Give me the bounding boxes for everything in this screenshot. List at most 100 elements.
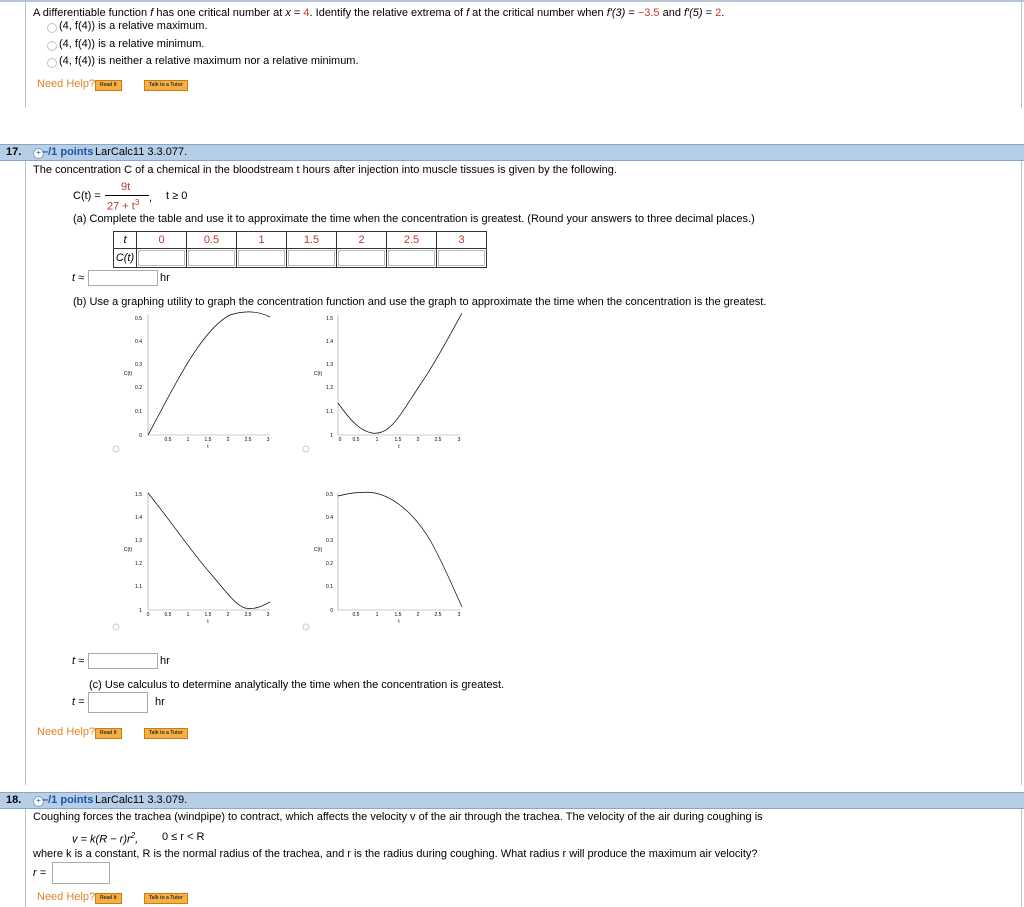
t-approx-input-2[interactable] <box>88 653 158 669</box>
answer-input[interactable] <box>138 250 185 266</box>
formula-numerator: 9t <box>121 181 131 193</box>
x-tick-label: 1 <box>187 612 190 618</box>
y-tick-label: 0.3 <box>135 362 142 368</box>
graph-d-radio[interactable] <box>302 623 310 631</box>
table-t-value: 2.5 <box>386 231 437 249</box>
t-approx-input[interactable] <box>88 270 158 286</box>
concentration-table: t 0 0.5 1 1.5 2 2.5 3 C(t) <box>113 231 487 268</box>
x-tick-label: 1 <box>187 437 190 443</box>
y-axis-label: C(t) <box>314 547 323 553</box>
fraction-bar <box>105 195 149 196</box>
table-t-value: 0.5 <box>186 231 237 249</box>
answer-input[interactable] <box>338 250 385 266</box>
table-c-cell <box>186 248 237 268</box>
table-t-value: 1 <box>236 231 287 249</box>
table-c-cell <box>286 248 337 268</box>
x-tick-label: 1.5 <box>205 612 212 618</box>
curve-b <box>337 312 463 434</box>
left-rule <box>25 2 26 108</box>
q18-prompt: Coughing forces the trachea (windpipe) t… <box>33 811 763 823</box>
table-row-t: t 0 0.5 1 1.5 2 2.5 3 <box>113 231 487 249</box>
talk-to-tutor-button[interactable]: Talk to a Tutor <box>144 80 188 91</box>
y-tick-label: 1.4 <box>135 515 142 521</box>
read-it-button[interactable]: Read It <box>95 728 122 739</box>
answer-input[interactable] <box>438 250 485 266</box>
graph-b: 1 1.1 1.2 1.3 1.4 1.5 C(t) 0 0.5 1 1.5 2… <box>314 312 463 450</box>
answer-input[interactable] <box>288 250 335 266</box>
y-tick-label: 0.1 <box>135 409 142 415</box>
option-radio-min[interactable] <box>47 41 57 51</box>
y-tick-label: 0.1 <box>326 584 333 590</box>
x-tick-label: 1.5 <box>205 437 212 443</box>
y-tick-label: 1.2 <box>326 385 333 391</box>
r-answer-input[interactable] <box>52 862 110 884</box>
question-code: LarCalc11 3.3.077. <box>95 146 188 158</box>
table-t-value: 1.5 <box>286 231 337 249</box>
x-tick-label: 3 <box>458 612 461 618</box>
right-rule <box>1021 2 1022 108</box>
x-tick-label: 2 <box>417 612 420 618</box>
y-tick-label: 1.5 <box>135 492 142 498</box>
graph-a-radio[interactable] <box>112 445 120 453</box>
left-rule <box>25 808 26 907</box>
y-tick-label: 1 <box>139 608 142 614</box>
points-label[interactable]: –/1 points <box>42 146 93 158</box>
read-it-button[interactable]: Read It <box>95 893 122 904</box>
graph-a: 0 0.1 0.2 0.3 0.4 0.5 C(t) 0.5 1 1.5 2 2… <box>124 311 271 450</box>
x-tick-label: 0 <box>147 612 150 618</box>
y-tick-label: 1.2 <box>135 561 142 567</box>
option-radio-neither[interactable] <box>47 58 57 68</box>
x-tick-label: 2 <box>227 612 230 618</box>
x-tick-label: 1.5 <box>395 612 402 618</box>
q17-prompt: The concentration C of a chemical in the… <box>33 164 617 176</box>
option-label-min: (4, f(4)) is a relative minimum. <box>59 38 205 50</box>
x-tick-label: 0 <box>339 437 342 443</box>
part-c-text: (c) Use calculus to determine analytical… <box>89 679 505 691</box>
points-label[interactable]: –/1 points <box>42 794 93 806</box>
left-rule <box>25 160 26 785</box>
graph-c-radio[interactable] <box>112 623 120 631</box>
y-tick-label: 1 <box>330 433 333 439</box>
y-tick-label: 0.4 <box>326 515 333 521</box>
y-axis-label: C(t) <box>124 371 133 377</box>
right-rule <box>1021 160 1022 785</box>
t-approx-label: t ≈ <box>72 272 85 284</box>
y-tick-label: 0.5 <box>135 316 142 322</box>
formula-lhs: C(t) = <box>73 190 101 202</box>
graph-options: 0 0.1 0.2 0.3 0.4 0.5 C(t) 0.5 1 1.5 2 2… <box>112 311 463 631</box>
x-tick-label: 0.5 <box>353 612 360 618</box>
r-eq-label: r = <box>33 867 47 879</box>
x-axis-label: t <box>207 444 209 450</box>
t-answer-input[interactable] <box>88 692 148 713</box>
talk-to-tutor-button[interactable]: Talk to a Tutor <box>144 893 188 904</box>
x-tick-label: 0.5 <box>353 437 360 443</box>
need-help-label: Need Help? <box>37 78 96 90</box>
read-it-button[interactable]: Read It <box>95 80 122 91</box>
option-radio-max[interactable] <box>47 23 57 33</box>
q18-where-text: where k is a constant, R is the normal r… <box>33 848 758 860</box>
curve-c <box>147 492 271 609</box>
answer-input[interactable] <box>238 250 285 266</box>
x-tick-label: 2.5 <box>435 437 442 443</box>
need-help-label: Need Help? <box>37 891 96 903</box>
x-axis-label: t <box>398 444 400 450</box>
x-tick-label: 1 <box>376 612 379 618</box>
answer-input[interactable] <box>388 250 435 266</box>
formula-domain: t ≥ 0 <box>166 190 188 202</box>
graph-b-radio[interactable] <box>302 445 310 453</box>
x-tick-label: 0.5 <box>165 612 172 618</box>
question-number: 18. <box>6 794 22 806</box>
y-tick-label: 0.5 <box>326 492 333 498</box>
x-tick-label: 2.5 <box>245 437 252 443</box>
right-rule <box>1021 808 1022 907</box>
question-number: 17. <box>6 146 22 158</box>
curve-d <box>337 491 463 608</box>
x-tick-label: 2.5 <box>245 612 252 618</box>
answer-input[interactable] <box>188 250 235 266</box>
table-t-value: 3 <box>436 231 487 249</box>
graph-c: 1 1.1 1.2 1.3 1.4 1.5 C(t) 0 0.5 1 1.5 2… <box>124 492 271 625</box>
talk-to-tutor-button[interactable]: Talk to a Tutor <box>144 728 188 739</box>
y-tick-label: 1.4 <box>326 339 333 345</box>
unit-hr: hr <box>155 696 165 708</box>
unit-hr: hr <box>160 655 170 667</box>
